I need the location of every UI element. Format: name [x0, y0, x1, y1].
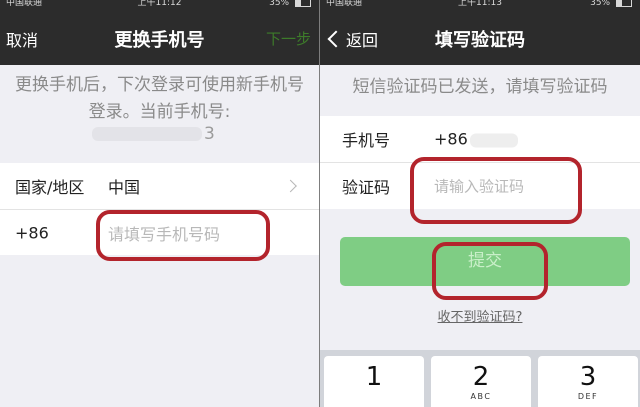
key-2[interactable]: 2 ABC — [431, 356, 531, 407]
numeric-keypad: 1 2 ABC 3 DEF — [320, 350, 640, 407]
next-step-button[interactable]: 下一步 — [266, 28, 311, 49]
status-bar: 中国联通 上午11:12 35% — [0, 0, 319, 10]
country-code: +86 — [15, 223, 49, 242]
no-code-link[interactable]: 收不到验证码? — [320, 306, 640, 325]
phone-number-row: 手机号 +86 — [320, 116, 640, 162]
current-phone-number: 3 — [92, 124, 215, 144]
masked-digits — [92, 127, 202, 141]
masked-tail: 3 — [204, 124, 215, 144]
nav-bar: 取消 更换手机号 下一步 — [0, 10, 319, 65]
key-1[interactable]: 1 — [324, 356, 424, 407]
key-letters: ABC — [470, 392, 492, 401]
carrier-label: 中国联通 — [6, 0, 43, 8]
status-time: 上午11:13 — [458, 0, 502, 8]
country-label: 国家/地区 — [15, 178, 85, 197]
phone-label: 手机号 — [342, 131, 391, 150]
key-number: 3 — [579, 362, 597, 392]
battery-indicator: 35% — [269, 0, 311, 8]
battery-indicator: 35% — [590, 0, 632, 8]
phone-number-row: +86 请填写手机号码 — [0, 210, 319, 255]
code-label: 验证码 — [342, 178, 391, 197]
phone-value: +86 — [434, 130, 518, 149]
key-letters: DEF — [577, 392, 599, 401]
page-title: 填写验证码 — [435, 30, 525, 51]
status-bar: 中国联通 上午11:13 35% — [320, 0, 640, 10]
submit-button[interactable]: 提交 — [340, 237, 630, 286]
country-code: +86 — [434, 129, 468, 149]
phone-number-input[interactable]: 请填写手机号码 — [108, 221, 220, 245]
key-number: 1 — [365, 362, 383, 392]
country-region-row[interactable]: 国家/地区 中国 — [0, 163, 319, 209]
change-phone-screen: 中国联通 上午11:12 35% 取消 更换手机号 下一步 更换手机后，下次登录… — [0, 0, 319, 407]
key-number: 2 — [472, 362, 490, 392]
masked-digits — [469, 133, 518, 147]
sms-sent-notice: 短信验证码已发送，请填写验证码 — [352, 77, 608, 97]
verification-code-input[interactable]: 请输入验证码 — [434, 176, 524, 197]
carrier-label: 中国联通 — [326, 0, 363, 8]
status-time: 上午11:12 — [137, 0, 182, 8]
change-phone-notice: 更换手机后，下次登录可使用新手机号登录。当前手机号: — [15, 75, 304, 122]
country-value: 中国 — [108, 178, 141, 197]
nav-bar: 返回 填写验证码 — [320, 10, 640, 65]
verify-code-screen: 中国联通 上午11:13 35% 返回 填写验证码 短信验证码已发送，请填写验证… — [320, 0, 640, 407]
verification-code-row: 验证码 请输入验证码 — [320, 163, 640, 209]
battery-icon — [616, 0, 632, 7]
key-3[interactable]: 3 DEF — [538, 356, 638, 407]
battery-percent: 35% — [269, 0, 290, 8]
chevron-right-icon — [284, 179, 297, 193]
battery-percent: 35% — [590, 0, 611, 8]
battery-icon — [295, 0, 311, 7]
